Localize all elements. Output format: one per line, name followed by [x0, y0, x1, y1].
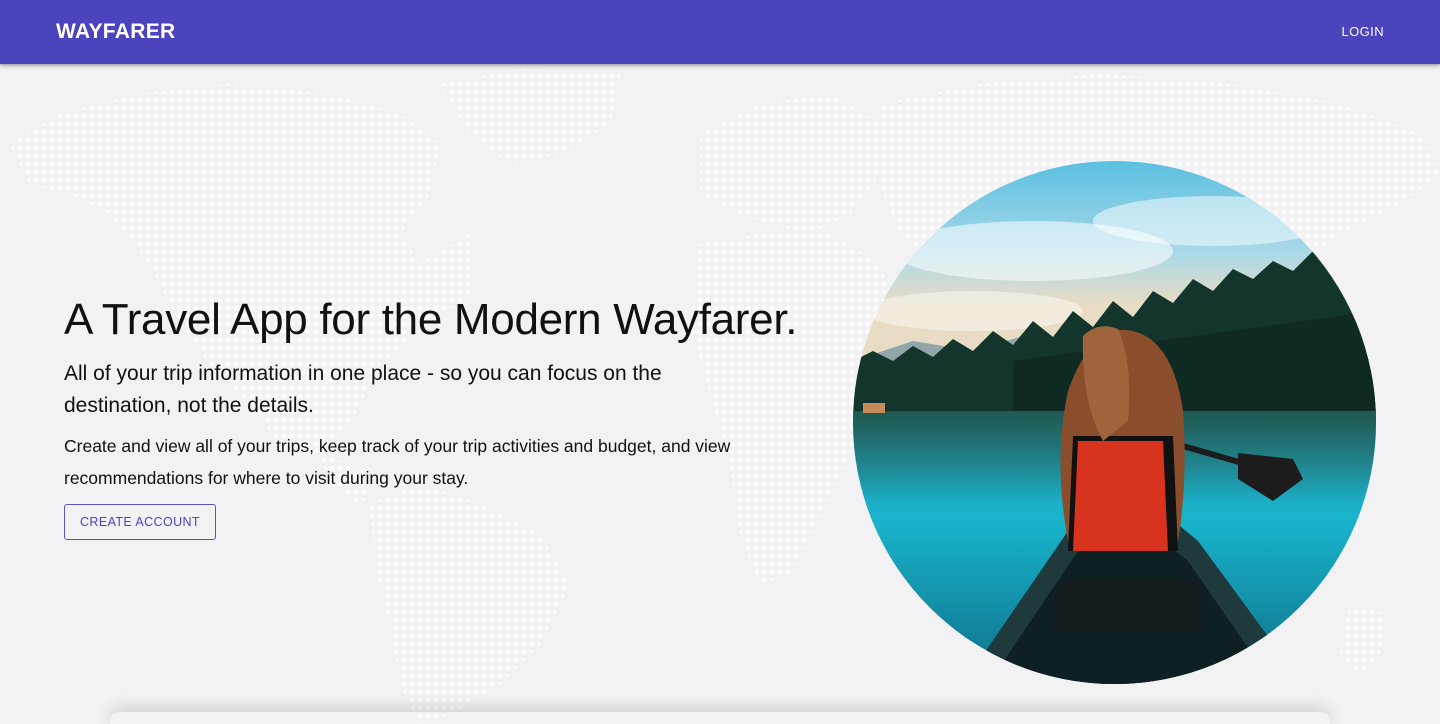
hero-title: A Travel App for the Modern Wayfarer.	[64, 295, 798, 344]
canoe-lake-photo	[853, 161, 1376, 684]
login-button[interactable]: LOGIN	[1342, 23, 1384, 41]
create-account-button[interactable]: CREATE ACCOUNT	[64, 504, 216, 540]
photo-illustration	[853, 161, 1376, 684]
hero-section: A Travel App for the Modern Wayfarer. Al…	[64, 290, 824, 540]
hero-subtitle: All of your trip information in one plac…	[64, 362, 662, 417]
landing-page: WAYFARER LOGIN A Travel App for the Mode…	[0, 0, 1440, 724]
brand-logo[interactable]: WAYFARER	[56, 20, 175, 44]
bottom-shadow-divider	[110, 712, 1330, 724]
hero-description: Create and view all of your trips, keep …	[64, 436, 731, 488]
top-app-bar: WAYFARER LOGIN	[0, 0, 1440, 64]
